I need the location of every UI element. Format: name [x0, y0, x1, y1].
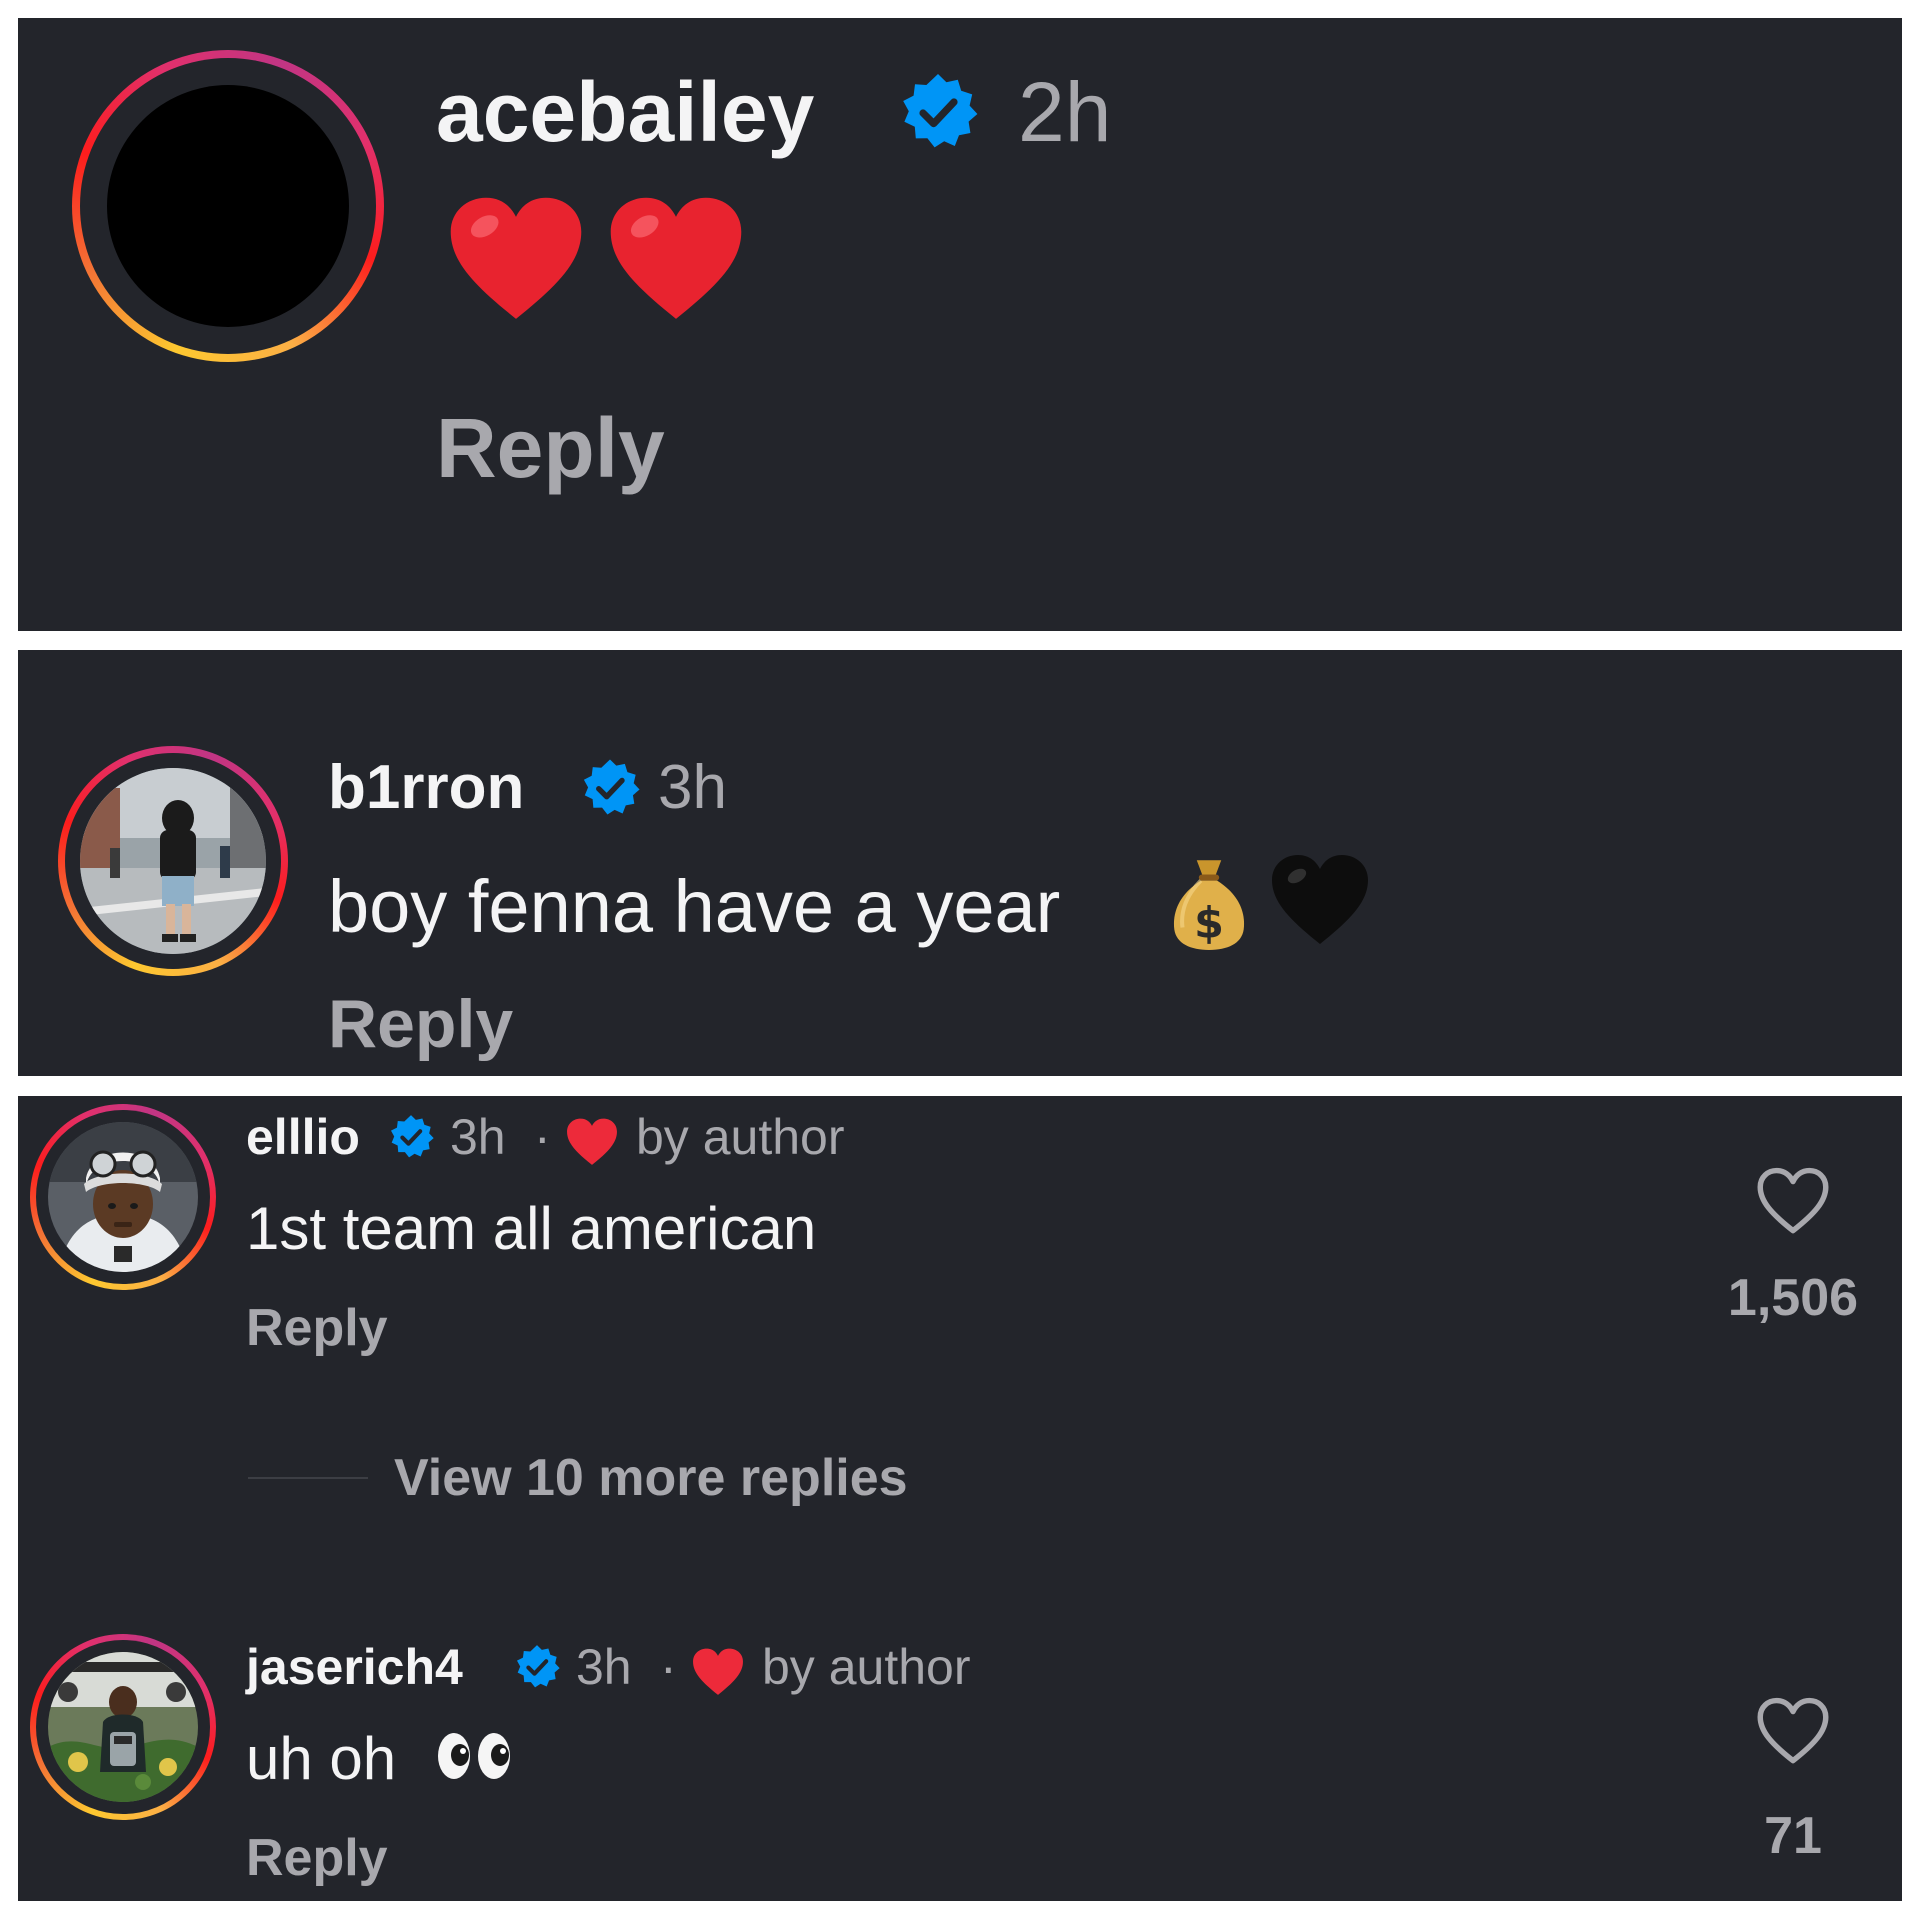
reply-button[interactable]: Reply: [328, 984, 513, 1064]
avatar: [107, 85, 349, 327]
timestamp: 2h: [1018, 65, 1112, 159]
timestamp: 3h: [576, 1639, 632, 1695]
avatar-story-ring[interactable]: [58, 746, 288, 976]
like-count: 1,506: [1727, 1269, 1859, 1327]
like-count: 71: [1764, 1807, 1822, 1865]
reply-button[interactable]: Reply: [246, 1296, 388, 1360]
comment-card-acebailey: acebailey 2h Reply: [18, 18, 1902, 631]
comment-card-b1rron: b1rron 3h boy fenna have a year Reply: [18, 650, 1902, 1076]
avatar-story-ring[interactable]: [30, 1634, 216, 1820]
red-heart-emoji-icon: [608, 196, 744, 322]
username[interactable]: jaserich4: [246, 1636, 463, 1698]
liked-by-author-heart-icon: [692, 1648, 744, 1696]
avatar-story-ring[interactable]: [30, 1104, 216, 1290]
avatar: [48, 1122, 198, 1272]
separator-dot: ·: [660, 1639, 677, 1695]
liked-by-author-label: by author: [636, 1109, 845, 1165]
timestamp: 3h: [658, 753, 727, 822]
username[interactable]: b1rron: [328, 750, 524, 826]
money-bag-emoji-icon: [1168, 850, 1250, 952]
eyes-emoji-icon: [434, 1726, 514, 1786]
replies-divider-line: [248, 1477, 368, 1479]
like-heart-icon[interactable]: [1754, 1694, 1832, 1768]
timestamp: 3h: [450, 1109, 506, 1165]
verified-badge-icon: [514, 1644, 560, 1690]
comment-text: 1st team all american: [246, 1195, 817, 1262]
avatar: [48, 1652, 198, 1802]
like-heart-icon[interactable]: [1754, 1164, 1832, 1238]
comment-text: boy fenna have a year: [328, 865, 1061, 948]
liked-by-author-label: by author: [762, 1639, 971, 1695]
black-heart-emoji-icon: [1270, 854, 1370, 946]
liked-by-author-heart-icon: [566, 1118, 618, 1166]
verified-badge-icon: [388, 1114, 434, 1160]
avatar: [80, 768, 266, 954]
verified-badge-icon: [898, 72, 978, 152]
verified-badge-icon: [580, 758, 640, 818]
comments-list: elllio 3h · by author 1st team all ameri…: [18, 1096, 1902, 1901]
avatar-story-ring[interactable]: [72, 50, 384, 362]
comment-text: uh oh: [246, 1725, 397, 1792]
red-heart-emoji-icon: [448, 196, 584, 322]
username[interactable]: elllio: [246, 1106, 360, 1168]
separator-dot: ·: [534, 1109, 551, 1165]
reply-button[interactable]: Reply: [436, 398, 665, 498]
view-more-replies-button[interactable]: View 10 more replies: [394, 1446, 908, 1510]
reply-button[interactable]: Reply: [246, 1826, 388, 1890]
username[interactable]: acebailey: [436, 62, 814, 162]
